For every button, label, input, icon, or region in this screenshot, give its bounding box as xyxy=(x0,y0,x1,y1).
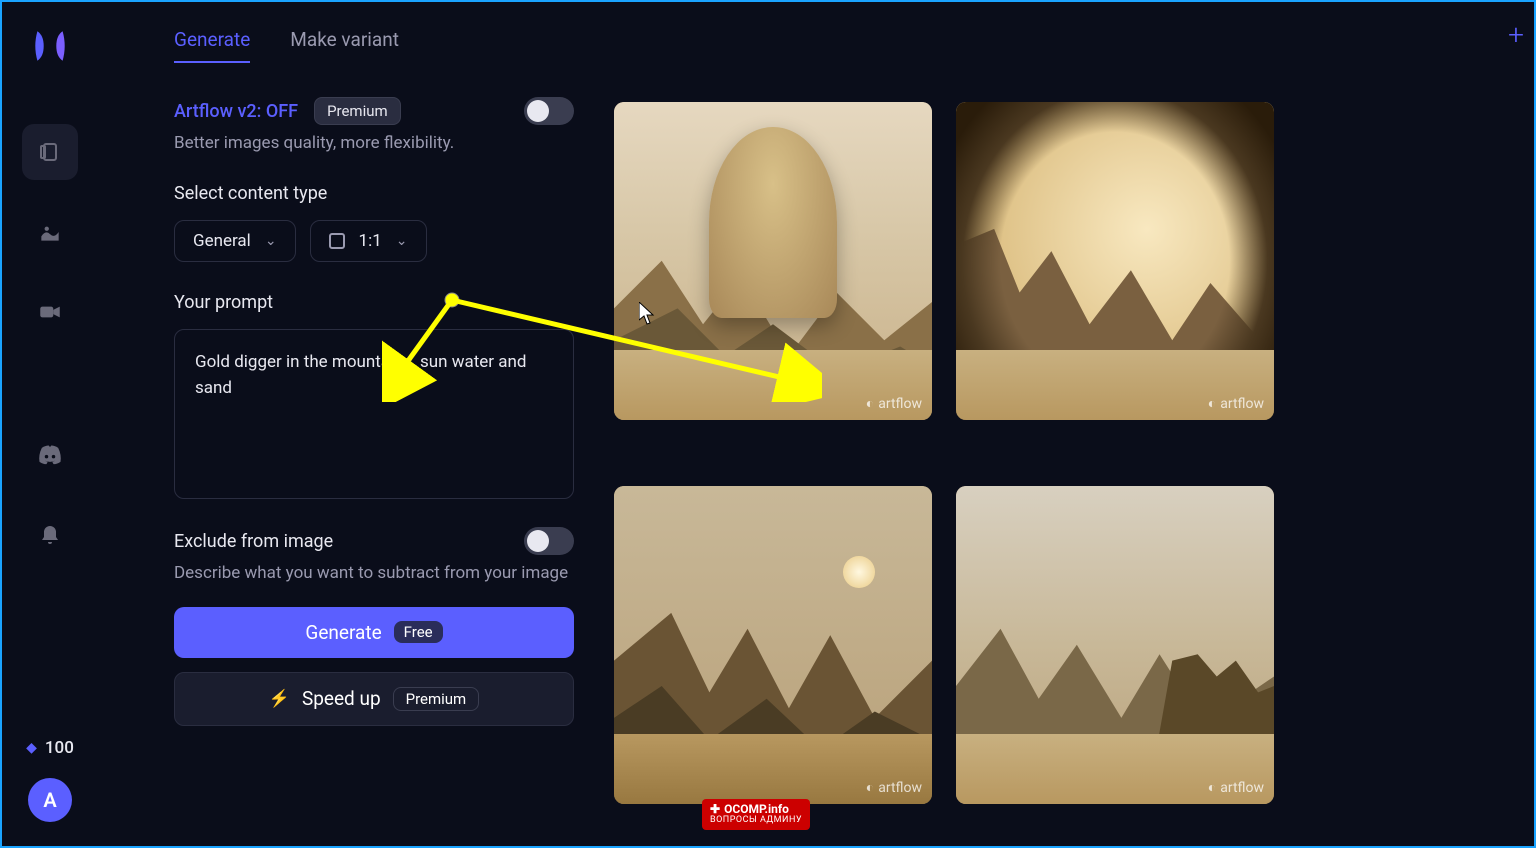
generate-button[interactable]: Generate Free xyxy=(174,607,574,658)
result-image-2[interactable]: ◐ artflow xyxy=(956,102,1274,420)
sidebar-item-gallery[interactable] xyxy=(22,204,78,260)
result-image-3[interactable]: ◐ artflow xyxy=(614,486,932,804)
artflow-v2-description: Better images quality, more flexibility. xyxy=(174,133,574,153)
artflow-v2-toggle[interactable] xyxy=(524,97,574,125)
sidebar-item-notifications[interactable] xyxy=(22,508,78,564)
prompt-input[interactable] xyxy=(174,329,574,499)
aspect-ratio-select[interactable]: 1:1 ⌄ xyxy=(310,220,427,262)
premium-badge: Premium xyxy=(393,687,480,711)
premium-badge: Premium xyxy=(314,97,401,125)
credits-display: ◆ 100 xyxy=(26,738,74,758)
user-avatar[interactable]: A xyxy=(28,778,72,822)
chevron-down-icon: ⌄ xyxy=(265,233,277,249)
prompt-label: Your prompt xyxy=(174,292,574,313)
result-image-1[interactable]: ◐ artflow xyxy=(614,102,932,420)
add-button[interactable]: + xyxy=(1508,18,1524,51)
artflow-v2-label: Artflow v2: OFF xyxy=(174,101,298,122)
app-logo xyxy=(26,22,74,70)
results-gallery: ◐ artflow ◐ artflow ◐ artflow xyxy=(614,28,1334,846)
gem-icon: ◆ xyxy=(26,740,37,756)
chevron-down-icon: ⌄ xyxy=(396,233,408,249)
controls-panel: Generate Make variant Artflow v2: OFF Pr… xyxy=(174,28,574,846)
sidebar: ◆ 100 A xyxy=(2,2,98,846)
mode-tabs: Generate Make variant xyxy=(174,28,574,63)
speed-up-button[interactable]: ⚡ Speed up Premium xyxy=(174,672,574,726)
sidebar-item-discord[interactable] xyxy=(22,428,78,484)
sidebar-item-1[interactable] xyxy=(22,124,78,180)
credits-value: 100 xyxy=(45,738,74,758)
exclude-toggle[interactable] xyxy=(524,527,574,555)
exclude-label: Exclude from image xyxy=(174,531,333,552)
tab-generate[interactable]: Generate xyxy=(174,28,250,63)
attribution-badge: ✚ OCOMP.info ВОПРОСЫ АДМИНУ xyxy=(702,799,810,830)
exclude-description: Describe what you want to subtract from … xyxy=(174,561,574,587)
watermark: ◐ artflow xyxy=(866,395,922,412)
free-badge: Free xyxy=(394,621,443,643)
watermark: ◐ artflow xyxy=(1208,779,1264,796)
result-image-4[interactable]: ◐ artflow xyxy=(956,486,1274,804)
content-type-label: Select content type xyxy=(174,183,574,204)
watermark: ◐ artflow xyxy=(866,779,922,796)
bolt-icon: ⚡ xyxy=(269,689,290,709)
content-type-select[interactable]: General ⌄ xyxy=(174,220,296,262)
tab-make-variant[interactable]: Make variant xyxy=(290,28,399,63)
watermark: ◐ artflow xyxy=(1208,395,1264,412)
square-icon xyxy=(329,233,345,249)
sidebar-item-video[interactable] xyxy=(22,284,78,340)
